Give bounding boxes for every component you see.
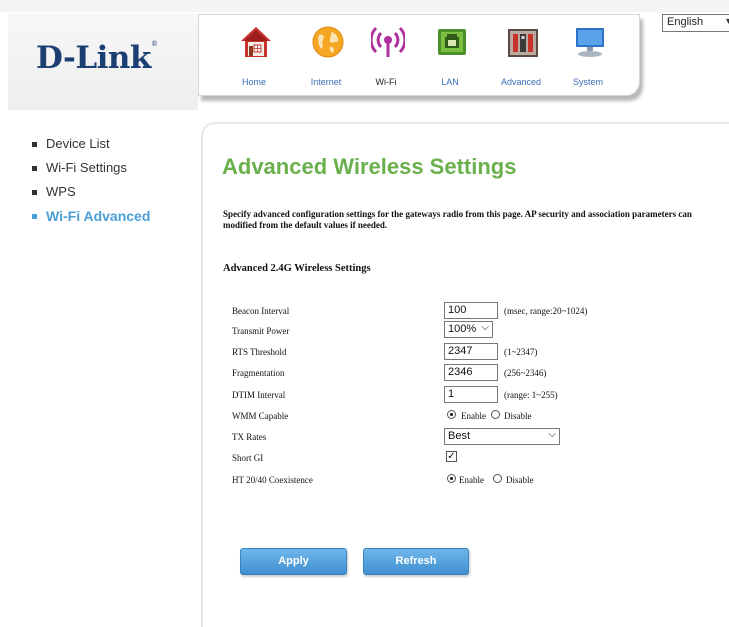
language-select[interactable]: English ▾ [662,14,729,32]
dtim-interval-input[interactable]: 1 [444,386,498,403]
chevron-down-icon: ⌵ [548,429,556,440]
dtim-interval-hint: (range: 1~255) [504,390,558,400]
beacon-interval-hint: (msec, range:20~1024) [504,306,588,316]
fragmentation-label: Fragmentation [232,368,285,378]
sidebar-item-device-list[interactable]: Device List [32,136,150,160]
advanced-tools-icon [508,29,538,57]
dtim-interval-label: DTIM Interval [232,390,286,400]
logo-text: D-Link [36,40,151,76]
nav-tab-lan[interactable]: LAN [421,15,479,95]
rts-threshold-hint: (1~2347) [504,347,538,357]
logo-registered-mark: ® [150,40,158,48]
checkmark-icon: ✓ [447,451,456,462]
description-line: modified from the default values if need… [223,220,388,230]
system-monitor-icon [576,28,604,57]
lan-port-icon [438,29,466,55]
wmm-capable-label: WMM Capable [232,411,289,421]
page-title: Advanced Wireless Settings [222,154,517,179]
short-gi-checkbox[interactable]: ✓ [446,451,457,462]
nav-tab-label: LAN [441,77,459,87]
sidebar-item-label: Wi-Fi Advanced [46,208,151,224]
sidebar-item-label: Wi-Fi Settings [46,160,127,175]
rts-threshold-input[interactable]: 2347 [444,343,498,360]
sidebar-item-wps[interactable]: WPS [32,184,150,208]
transmit-power-value: 100% [448,323,477,335]
sidebar-nav: Device List Wi-Fi Settings WPS Wi-Fi Adv… [32,136,150,232]
bullet-icon [32,190,37,195]
ht-disable-label: Disable [506,475,534,485]
ht-disable-radio[interactable] [493,474,502,483]
wmm-enable-label: Enable [461,411,486,421]
wmm-disable-radio[interactable] [491,410,500,419]
language-selected-value: English [667,16,704,28]
nav-tab-advanced[interactable]: Advanced [492,15,550,95]
ht-enable-radio[interactable] [447,474,456,483]
nav-tab-wifi[interactable]: Wi-Fi [357,15,415,95]
page-description: Specify advanced configuration settings … [223,209,729,231]
home-icon [241,27,271,57]
nav-tab-system[interactable]: System [559,15,617,95]
fragmentation-input[interactable]: 2346 [444,364,498,381]
wmm-enable-radio[interactable] [447,410,456,419]
bullet-icon [32,214,37,219]
description-line: Specify advanced configuration settings … [223,209,692,219]
sidebar-item-wifi-settings[interactable]: Wi-Fi Settings [32,160,150,184]
ht-enable-label: Enable [459,475,484,485]
short-gi-label: Short GI [232,453,264,463]
ht-coexistence-label: HT 20/40 Coexistence [232,475,313,485]
sidebar-item-label: Device List [46,136,110,151]
tx-rates-label: TX Rates [232,432,267,442]
refresh-button[interactable]: Refresh [363,548,469,575]
tx-rates-select[interactable]: Best ⌵ [444,428,560,445]
nav-tab-label: Internet [310,77,342,87]
bullet-icon [32,142,37,147]
nav-tab-label: System [572,77,603,87]
fragmentation-hint: (256~2346) [504,368,547,378]
wmm-disable-label: Disable [504,411,532,421]
beacon-interval-input[interactable]: 100 [444,302,498,319]
top-strip [0,0,729,12]
nav-tab-label: Wi-Fi [375,77,397,87]
tx-rates-value: Best [448,430,471,442]
nav-tab-label: Advanced [500,77,542,87]
transmit-power-label: Transmit Power [232,326,290,336]
dlink-logo: D-Link® [36,40,158,76]
nav-tab-internet[interactable]: Internet [297,15,355,95]
nav-tab-label: Home [241,77,266,87]
transmit-power-select[interactable]: 100% ⌵ [444,321,493,338]
beacon-interval-label: Beacon Interval [232,306,290,316]
sidebar-item-wifi-advanced[interactable]: Wi-Fi Advanced [32,208,150,232]
apply-button[interactable]: Apply [240,548,347,575]
sidebar-item-label: WPS [46,184,76,199]
bullet-icon [32,166,37,171]
internet-globe-icon [312,26,344,58]
nav-tab-home[interactable]: Home [225,15,283,95]
wifi-icon [371,26,405,57]
top-nav-panel: Home Internet Wi-Fi LAN Advanced System [198,14,640,96]
rts-threshold-label: RTS Threshold [232,347,287,357]
section-title: Advanced 2.4G Wireless Settings [223,263,371,274]
chevron-down-icon: ⌵ [481,322,489,333]
